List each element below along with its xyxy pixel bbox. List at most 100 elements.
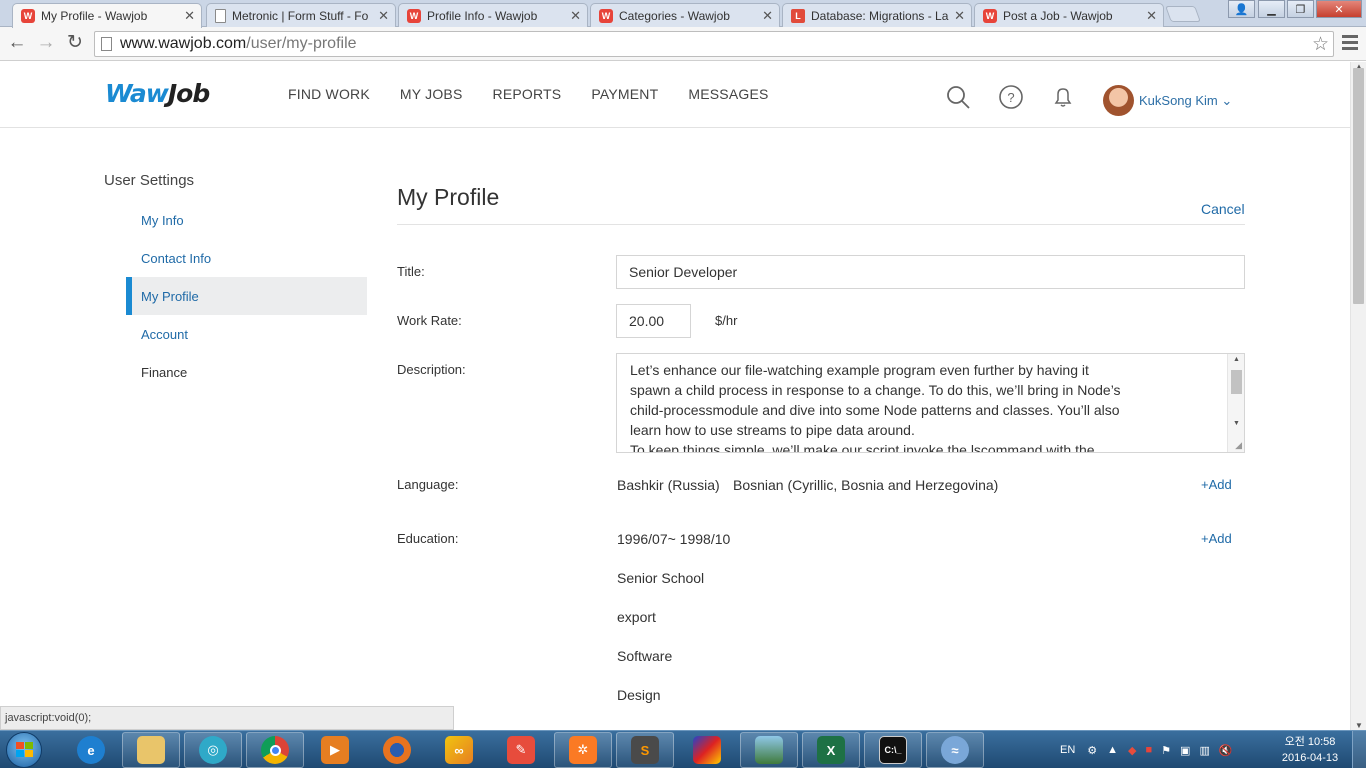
nav-my-jobs[interactable]: MY JOBS [400,86,463,102]
scroll-thumb[interactable] [1231,370,1242,394]
user-profile-button[interactable]: 👤 [1228,0,1255,18]
education-item: Software [617,648,673,664]
language-item: Bashkir (Russia) [617,477,720,493]
close-icon[interactable]: ✕ [570,8,581,24]
tab-title: My Profile - Wawjob [41,9,148,23]
scroll-down-icon[interactable]: ▼ [1233,420,1240,427]
education-label: Education: [397,531,459,546]
page-viewport: WawJob FIND WORK MY JOBS REPORTS PAYMENT… [0,62,1350,730]
minimize-button[interactable]: ▁ [1258,0,1285,18]
forward-button[interactable]: → [35,33,57,53]
add-education-link[interactable]: +Add [1201,531,1232,546]
browser-status-bar: javascript:void(0); [0,706,454,730]
antivirus-icon[interactable]: ◆ [1128,744,1136,757]
excel-icon: X [817,736,845,764]
network-icon[interactable]: ▥ [1199,744,1209,757]
system-clock[interactable]: 오전 10:58 2016-04-13 [1278,734,1342,766]
taskbar-firefox[interactable] [368,732,426,768]
taskbar-excel[interactable]: X [802,732,860,768]
taskbar-image-viewer[interactable] [740,732,798,768]
clock-time: 오전 10:58 [1284,736,1336,748]
address-bar[interactable]: www.wawjob.com/user/my-profile ☆ [94,31,1334,57]
nav-reports[interactable]: REPORTS [493,86,562,102]
tab-post-a-job[interactable]: W Post a Job - Wawjob ✕ [974,3,1164,27]
sidebar-item-finance[interactable]: Finance [126,353,367,391]
input-language[interactable]: EN [1060,744,1075,756]
show-hidden-icons-icon[interactable]: ▲ [1107,744,1118,756]
close-icon[interactable]: ✕ [1146,8,1157,24]
sidebar-item-account[interactable]: Account [126,315,367,353]
tray-settings-icon[interactable]: ⚙ [1087,744,1097,757]
close-icon[interactable]: ✕ [378,8,389,24]
page-scrollbar[interactable]: ▲ ▼ [1350,62,1366,730]
scroll-up-icon[interactable]: ▲ [1233,356,1240,363]
close-icon[interactable]: ✕ [954,8,965,24]
tab-categories[interactable]: W Categories - Wawjob ✕ [590,3,780,27]
show-desktop-button[interactable] [1352,731,1366,768]
taskbar-network-app[interactable]: ∞ [430,732,488,768]
work-rate-input[interactable]: 20.00 [616,304,691,338]
reload-button[interactable]: ↻ [64,33,86,53]
dolphin-app-icon: ≈ [941,736,969,764]
title-label: Title: [397,264,425,279]
textarea-scrollbar[interactable]: ▲ ▼ [1227,354,1244,452]
cancel-link[interactable]: Cancel [1201,201,1245,217]
internet-explorer-icon: e [77,736,105,764]
taskbar-file-explorer[interactable] [122,732,180,768]
resize-grip-icon[interactable]: ◢ [1235,440,1242,451]
taskbar-xampp[interactable]: ✲ [554,732,612,768]
rate-unit: $/hr [715,313,738,328]
image-viewer-icon [755,736,783,764]
tab-my-profile[interactable]: W My Profile - Wawjob ✕ [12,3,202,28]
scroll-thumb[interactable] [1353,68,1364,304]
user-menu[interactable]: KukSong Kim ⌄ [1139,93,1232,109]
maximize-button[interactable]: ❐ [1287,0,1314,18]
device-icon[interactable]: ▣ [1180,744,1190,757]
scroll-down-icon[interactable]: ▼ [1355,721,1363,730]
browser-menu-icon[interactable] [1342,35,1358,53]
back-button[interactable]: ← [6,33,28,53]
description-textarea[interactable]: Let’s enhance our file-watching example … [616,353,1245,453]
title-input[interactable]: Senior Developer [616,255,1245,289]
taskbar-dolphin-app[interactable]: ≈ [926,732,984,768]
close-icon[interactable]: ✕ [762,8,773,24]
tab-title: Categories - Wawjob [619,8,730,23]
action-center-flag-icon[interactable]: ⚑ [1161,744,1171,757]
taskbar-notepad-app[interactable]: ✎ [492,732,550,768]
wawjob-tray-icon[interactable]: ■ [1146,744,1153,756]
volume-muted-icon[interactable]: 🔇 [1219,744,1233,757]
main-nav: FIND WORK MY JOBS REPORTS PAYMENT MESSAG… [288,86,799,102]
help-icon[interactable]: ? [998,84,1024,110]
close-icon[interactable]: ✕ [184,8,195,24]
add-language-link[interactable]: +Add [1201,477,1232,492]
search-icon[interactable] [945,84,971,110]
wawjob-logo[interactable]: WawJob [105,79,210,108]
taskbar-command-prompt[interactable]: C:\_ [864,732,922,768]
tab-metronic[interactable]: Metronic | Form Stuff - Fo ✕ [206,3,396,27]
new-tab-button[interactable] [1165,6,1201,22]
work-rate-label: Work Rate: [397,313,462,328]
taskbar-media-player[interactable]: ▶ [306,732,364,768]
tab-profile-info[interactable]: W Profile Info - Wawjob ✕ [398,3,588,27]
tab-database-migrations[interactable]: L Database: Migrations - La ✕ [782,3,972,27]
education-item: Design [617,687,661,703]
sidebar-item-my-info[interactable]: My Info [126,201,367,239]
wawjob-favicon-icon: W [21,9,35,23]
taskbar-paint-app[interactable] [678,732,736,768]
nav-payment[interactable]: PAYMENT [591,86,658,102]
avatar[interactable] [1103,85,1134,116]
nav-messages[interactable]: MESSAGES [688,86,768,102]
sidebar-item-contact-info[interactable]: Contact Info [126,239,367,277]
taskbar-sublime-text[interactable]: S [616,732,674,768]
nav-find-work[interactable]: FIND WORK [288,86,370,102]
bookmark-star-icon[interactable]: ☆ [1312,33,1329,56]
bell-icon[interactable] [1050,84,1076,110]
start-button[interactable] [6,732,42,768]
sidebar-item-my-profile[interactable]: My Profile [126,277,367,315]
taskbar-media-center[interactable]: ◎ [184,732,242,768]
laravel-favicon-icon: L [791,8,805,23]
close-window-button[interactable]: ✕ [1316,0,1362,18]
taskbar-chrome[interactable] [246,732,304,768]
sublime-text-icon: S [631,736,659,764]
taskbar-internet-explorer[interactable]: e [62,732,120,768]
